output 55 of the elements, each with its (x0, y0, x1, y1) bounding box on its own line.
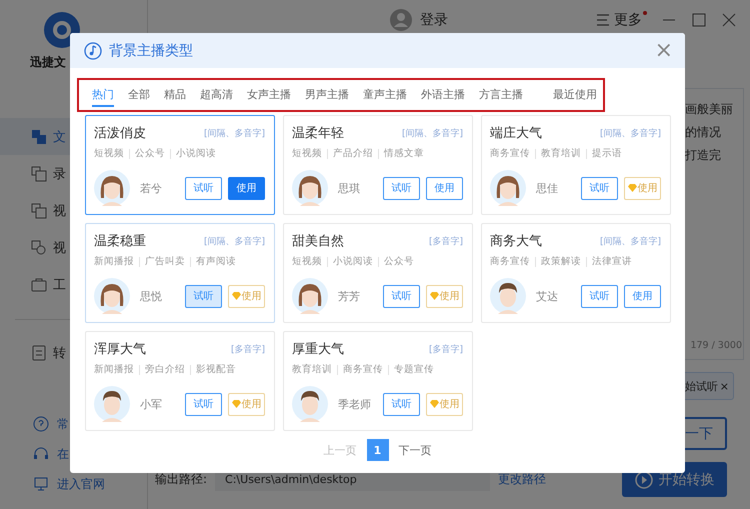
feature-note: [间隔、多音字] (204, 128, 265, 140)
voice-name: 思悦 (140, 288, 162, 304)
voice-name: 若兮 (140, 180, 162, 196)
feature-note: [间隔、多音字] (402, 128, 463, 140)
use-case-tag: 短视频 (94, 147, 124, 160)
use-case-tag: 情感文章 (384, 147, 424, 160)
voice-style: 温柔年轻 (292, 125, 344, 142)
voice-style: 厚重大气 (292, 341, 344, 358)
editor-line: 的情况 (685, 124, 722, 141)
use-case-tag: 专题宣传 (394, 363, 434, 376)
use-case-tag: 有声阅读 (196, 255, 236, 268)
use-case-tag: 公众号 (135, 147, 165, 160)
voice-style: 端庄大气 (490, 125, 542, 142)
character-counter: 179 / 3000 (690, 340, 743, 353)
voice-style: 温柔稳重 (94, 233, 146, 250)
use-case-tag: 新闻播报 (94, 363, 134, 376)
use-case-tag: 商务宣传 (490, 147, 530, 160)
voice-name: 思佳 (536, 180, 558, 196)
voice-name: 艾达 (536, 288, 558, 304)
use-case-tag: 提示语 (592, 147, 622, 160)
use-case-tag: 商务宣传 (343, 363, 383, 376)
voice-style: 浑厚大气 (94, 341, 146, 358)
voice-style: 商务大气 (490, 233, 542, 250)
use-case-tag: 新闻播报 (94, 255, 134, 268)
voice-name: 小军 (140, 396, 162, 412)
output-label: 输出路径: (155, 471, 208, 488)
use-case-tag: 商务宣传 (490, 255, 530, 268)
voice-name: 季老师 (338, 396, 371, 412)
app-name: 迅捷文 (30, 54, 66, 71)
use-case-tag: 影视配音 (196, 363, 236, 376)
voice-style: 甜美自然 (292, 233, 344, 250)
use-case-tag: 广告叫卖 (145, 255, 185, 268)
voice-style: 活泼俏皮 (94, 125, 146, 142)
voice-name: 芳芳 (338, 288, 360, 304)
feature-note: [间隔、多音字] (204, 236, 265, 248)
use-case-tag: 旁白介绍 (145, 363, 185, 376)
use-case-tag: 短视频 (292, 255, 322, 268)
use-case-tag: 短视频 (292, 147, 322, 160)
use-case-tag: 教育培训 (541, 147, 581, 160)
use-case-tag: 教育培训 (292, 363, 332, 376)
use-case-tag: 政策解读 (541, 255, 581, 268)
feature-note: [间隔、多音字] (600, 128, 661, 140)
dialog-title: 背景主播类型 (109, 42, 193, 60)
editor-line: 画般美丽 (685, 101, 734, 118)
feature-note: [间隔、多音字] (600, 236, 661, 248)
feature-note: [多音字] (428, 344, 463, 356)
editor-line: 打造完 (685, 147, 722, 164)
voice-name: 思琪 (338, 180, 360, 196)
use-case-tag: 小说阅读 (176, 147, 216, 160)
use-case-tag: 法律宣讲 (592, 255, 632, 268)
use-case-tag: 小说阅读 (333, 255, 373, 268)
use-case-tag: 公众号 (384, 255, 414, 268)
feature-note: [多音字] (230, 344, 265, 356)
feature-note: [多音字] (428, 236, 463, 248)
use-case-tag: 产品介绍 (333, 147, 373, 160)
